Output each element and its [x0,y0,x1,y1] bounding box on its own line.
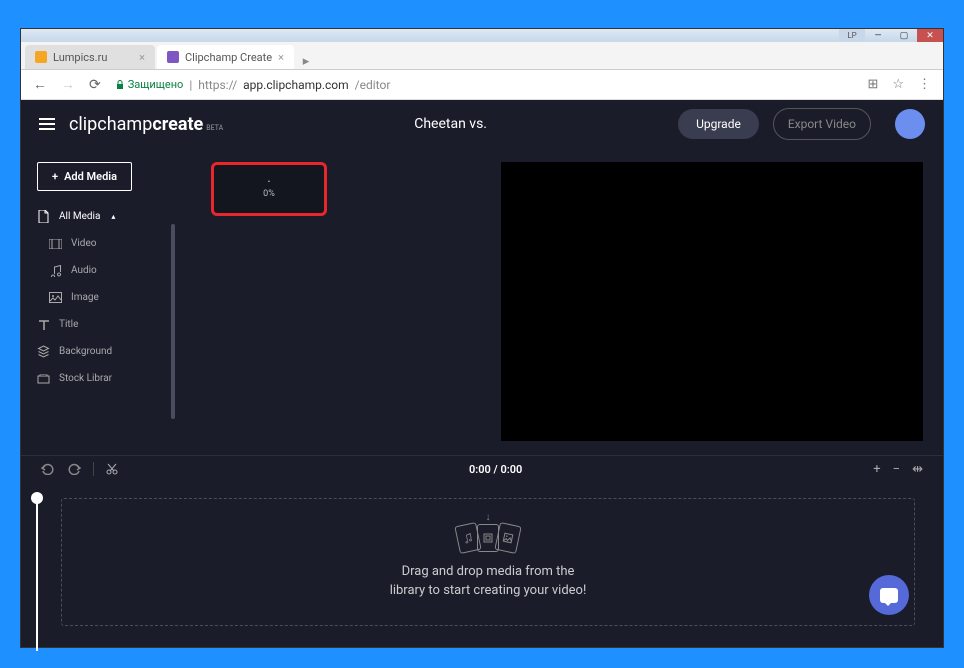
window-close-button[interactable]: ✕ [917,29,943,42]
zoom-in-button[interactable]: + [873,462,880,477]
video-icon [483,533,493,543]
window-titlebar: LP — ▢ ✕ [21,29,943,42]
media-panel: · 0% [211,162,471,441]
address-input[interactable]: Защищено | https://app.clipchamp.com/edi… [115,78,854,92]
tab-label: Lumpics.ru [53,51,107,64]
image-icon [49,291,62,304]
cut-button[interactable] [106,463,118,475]
image-icon [502,532,514,544]
media-upload-tile[interactable]: · 0% [211,162,327,216]
browser-menu-button[interactable]: ⋮ [918,77,931,92]
zoom-out-button[interactable]: − [893,462,900,477]
timeline-time: 0:00 / 0:00 [469,463,522,476]
nav-reload-button[interactable]: ⟳ [89,77,101,93]
new-tab-button[interactable]: ▸ [296,54,316,69]
timeline-dropzone[interactable]: ↓ Drag and drop media from the library t… [61,498,915,626]
favicon-icon [167,51,179,63]
sidebar-item-all-media[interactable]: All Media ▴ [31,203,171,230]
redo-button[interactable] [67,463,81,475]
nav-back-button[interactable]: ← [33,76,47,93]
menu-button[interactable] [39,118,55,130]
tab-close-icon[interactable]: × [278,51,284,64]
bookmark-icon[interactable]: ☆ [892,77,904,92]
url-host: app.clipchamp.com [243,78,349,92]
dropzone-icon: ↓ [457,524,519,552]
url-prefix: https:// [198,78,237,92]
library-icon [37,372,50,385]
export-video-button[interactable]: Export Video [773,108,871,140]
upload-spinner-icon: · [267,179,271,185]
sidebar-item-label: Stock Librar [59,373,112,384]
audio-icon [462,532,474,544]
sidebar-item-label: Image [71,292,99,303]
secure-indicator: Защищено [115,78,184,91]
zoom-fit-button[interactable]: ⇹ [912,462,923,477]
sidebar-item-title[interactable]: Title [31,311,171,338]
titlebar-lp-badge: LP [839,29,865,42]
sidebar-item-video[interactable]: Video [31,230,171,257]
upload-percent: 0% [263,189,275,199]
document-icon [37,210,50,223]
browser-tabs: Lumpics.ru × Clipchamp Create × ▸ [21,42,943,70]
chat-support-button[interactable] [869,575,909,615]
user-avatar[interactable] [895,109,925,139]
sidebar-item-background[interactable]: Background [31,338,171,365]
sidebar-item-stock-library[interactable]: Stock Librar [31,365,171,392]
sidebar-scrollbar[interactable] [171,224,175,419]
sidebar-item-image[interactable]: Image [31,284,171,311]
text-icon [37,318,50,331]
window-minimize-button[interactable]: — [865,29,891,42]
video-icon [49,237,62,250]
sidebar-item-label: Audio [71,265,97,276]
chat-icon [880,588,898,603]
timeline-playhead[interactable] [36,496,38,651]
qr-icon[interactable]: ⊞ [867,77,878,92]
dropzone-text: Drag and drop media from the library to … [390,562,587,601]
tab-label: Clipchamp Create [185,51,272,64]
address-bar: ← → ⟳ Защищено | https://app.clipchamp.c… [21,70,943,100]
undo-button[interactable] [41,463,55,475]
tab-close-icon[interactable]: × [139,51,145,64]
nav-forward-button[interactable]: → [61,76,75,93]
layers-icon [37,345,50,358]
chevron-up-icon: ▴ [111,212,115,221]
browser-tab[interactable]: Lumpics.ru × [25,45,155,69]
timeline: 0:00 / 0:00 + − ⇹ ↓ Drag [21,455,943,647]
lock-icon [115,80,125,90]
upgrade-button[interactable]: Upgrade [678,109,759,139]
favicon-icon [35,51,47,63]
window-maximize-button[interactable]: ▢ [891,29,917,42]
add-media-button[interactable]: + Add Media [37,162,132,191]
sidebar-item-label: Title [59,319,78,330]
sidebar-item-label: Background [59,346,112,357]
sidebar-item-label: All Media [59,211,100,222]
url-path: /editor [355,78,391,92]
sidebar-item-label: Video [71,238,96,249]
app-header: clipchampcreateBETA Cheetan vs. Upgrade … [21,100,943,148]
video-preview[interactable] [501,162,923,441]
plus-icon: + [52,170,58,183]
project-title[interactable]: Cheetan vs. [414,116,487,132]
audio-icon [49,264,62,277]
app-logo: clipchampcreateBETA [69,114,223,135]
browser-tab[interactable]: Clipchamp Create × [157,45,294,69]
sidebar: + Add Media All Media ▴ Video Audio [21,148,181,455]
sidebar-item-audio[interactable]: Audio [31,257,171,284]
